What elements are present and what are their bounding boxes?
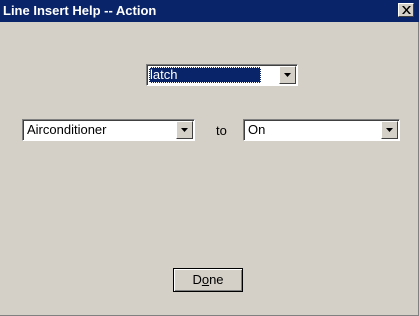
chevron-down-icon — [284, 73, 291, 77]
done-label-post: ne — [209, 272, 224, 287]
state-select[interactable]: On — [243, 119, 400, 141]
done-button[interactable]: Done — [173, 268, 243, 292]
chevron-down-icon — [386, 128, 393, 132]
dialog-window: Line Insert Help -- Action latch Aircond… — [0, 0, 419, 316]
state-select-dropdown-button[interactable] — [381, 121, 398, 139]
device-select-dropdown-button[interactable] — [176, 121, 193, 139]
title-bar[interactable]: Line Insert Help -- Action — [0, 0, 419, 22]
close-button[interactable] — [398, 3, 414, 17]
done-label-pre: D — [192, 272, 202, 287]
connector-label: to — [216, 123, 227, 138]
device-select-value: Airconditioner — [27, 122, 107, 137]
device-select[interactable]: Airconditioner — [22, 119, 195, 141]
action-select[interactable]: latch — [146, 64, 298, 86]
action-select-value: latch — [149, 67, 261, 83]
done-label-mnemonic: o — [201, 272, 210, 287]
state-select-value: On — [248, 122, 266, 137]
close-icon — [402, 6, 411, 14]
window-title: Line Insert Help -- Action — [3, 3, 157, 18]
chevron-down-icon — [181, 128, 188, 132]
action-select-dropdown-button[interactable] — [279, 66, 296, 84]
